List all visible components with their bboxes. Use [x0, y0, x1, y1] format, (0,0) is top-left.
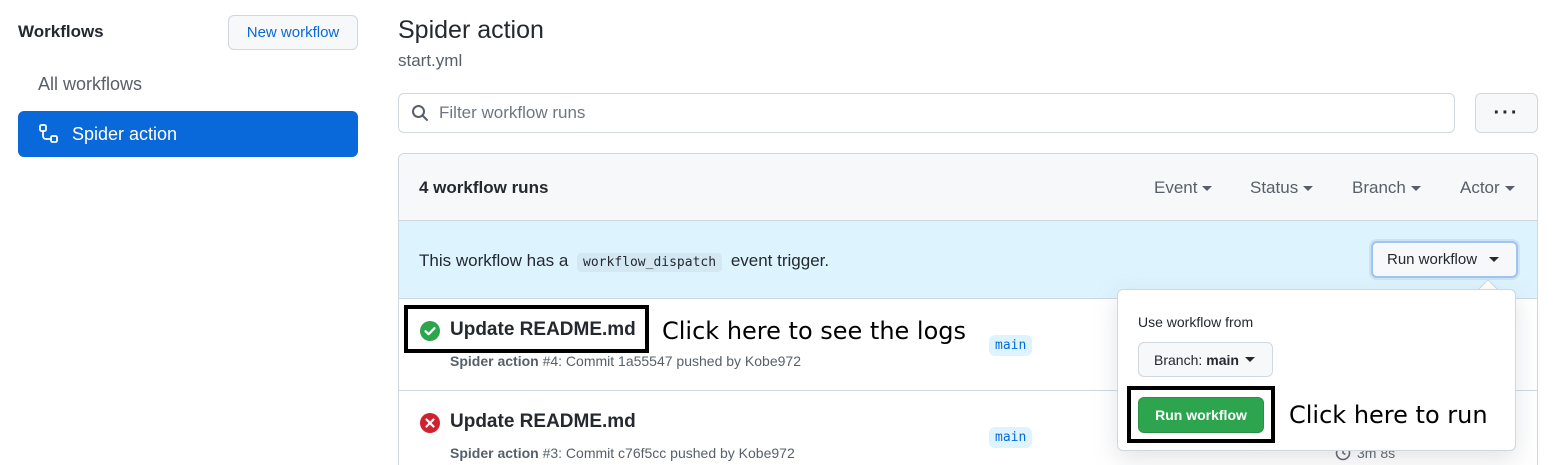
branch-filter-label: Branch	[1352, 178, 1406, 197]
chevron-down-icon	[1504, 186, 1515, 192]
event-filter-dropdown[interactable]: Event	[1154, 178, 1213, 198]
event-filter-label: Event	[1154, 178, 1198, 197]
branch-tag[interactable]: main	[989, 335, 1033, 356]
sidebar-item-label: Spider action	[72, 123, 178, 144]
annotation-box-logs	[404, 305, 649, 353]
search-icon	[411, 104, 429, 122]
workflow-icon	[38, 123, 60, 145]
run-meta-text: #3: Commit c76f5cc pushed by Kobe972	[542, 445, 795, 461]
dispatch-suffix: event trigger.	[730, 251, 830, 270]
chevron-down-icon	[1244, 357, 1255, 362]
dispatch-code: workflow_dispatch	[577, 253, 723, 272]
run-workflow-name: Spider action	[450, 353, 539, 369]
branch-filter-dropdown[interactable]: Branch	[1352, 178, 1421, 198]
sidebar-title: Workflows	[18, 22, 104, 41]
x-circle-icon	[420, 413, 440, 433]
runs-count: 4 workflow runs	[419, 178, 549, 197]
use-workflow-from-label: Use workflow from	[1138, 314, 1254, 330]
chevron-down-icon	[1489, 257, 1500, 262]
runs-header: 4 workflow runs Event Status Branch Acto…	[399, 154, 1537, 221]
page-title: Spider action	[398, 16, 544, 44]
actor-filter-dropdown[interactable]: Actor	[1460, 178, 1515, 198]
status-filter-label: Status	[1250, 178, 1299, 197]
chevron-down-icon	[1410, 186, 1421, 192]
chevron-down-icon	[1303, 186, 1314, 192]
actor-filter-label: Actor	[1460, 178, 1500, 197]
run-workflow-name: Spider action	[450, 445, 539, 461]
run-meta: Spider action #3: Commit c76f5cc pushed …	[450, 445, 795, 461]
more-options-button[interactable]: ···	[1475, 93, 1538, 133]
run-meta: Spider action #4: Commit 1a55547 pushed …	[450, 353, 801, 369]
branch-prefix: Branch:	[1154, 351, 1203, 368]
dispatch-text: This workflow has a workflow_dispatch ev…	[419, 251, 830, 272]
workflow-filename[interactable]: start.yml	[398, 51, 462, 71]
branch-tag[interactable]: main	[989, 427, 1033, 448]
sidebar-item-spider-action[interactable]: Spider action	[18, 111, 358, 157]
annotation-box-run	[1127, 386, 1275, 443]
filter-box[interactable]	[398, 93, 1455, 133]
status-filter-dropdown[interactable]: Status	[1250, 178, 1314, 198]
new-workflow-button[interactable]: New workflow	[228, 15, 358, 50]
run-title-link[interactable]: Update README.md	[450, 411, 636, 433]
sidebar-item-label: All workflows	[38, 73, 143, 94]
chevron-down-icon	[1202, 186, 1213, 192]
dispatch-banner: This workflow has a workflow_dispatch ev…	[399, 221, 1537, 299]
run-meta-text: #4: Commit 1a55547 pushed by Kobe972	[542, 353, 801, 369]
branch-select-button[interactable]: Branch: main	[1138, 342, 1273, 377]
run-workflow-label: Run workflow	[1387, 251, 1478, 268]
annotation-run-hint: Click here to run	[1289, 401, 1488, 429]
dispatch-prefix: This workflow has a	[419, 251, 569, 270]
branch-value: main	[1206, 351, 1239, 368]
run-workflow-dropdown-button[interactable]: Run workflow	[1371, 241, 1518, 278]
sidebar-item-all-workflows[interactable]: All workflows	[18, 61, 358, 107]
annotation-logs-hint: Click here to see the logs	[662, 317, 967, 345]
filter-runs-input[interactable]	[439, 103, 1339, 123]
